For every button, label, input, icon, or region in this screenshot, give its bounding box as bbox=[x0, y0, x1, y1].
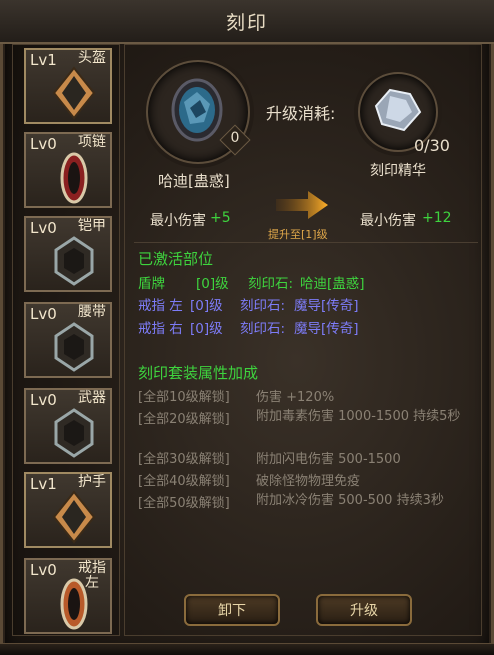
slot-helmet[interactable]: Lv1 头盔 bbox=[24, 48, 112, 124]
activated-row-stone-label: 刻印石: bbox=[240, 321, 286, 337]
bottom-ornament bbox=[0, 643, 494, 655]
cost-item-name: 刻印精华 bbox=[370, 163, 426, 179]
slot-name: 护手 bbox=[78, 474, 106, 490]
activated-row-stone: 哈迪[蛊惑] bbox=[300, 276, 365, 292]
arrow-right-icon bbox=[276, 191, 328, 219]
hexagon-rune-icon bbox=[54, 236, 94, 286]
slot-gauntlet[interactable]: Lv1 护手 bbox=[24, 472, 112, 548]
activated-row-stone: 魔导[传奇] bbox=[294, 298, 359, 314]
upgrade-button[interactable]: 升级 bbox=[316, 594, 412, 626]
hexagon-rune-icon bbox=[54, 322, 94, 372]
slot-armor[interactable]: Lv0 铠甲 bbox=[24, 216, 112, 292]
engraving-window: 刻印 Lv1 头盔 Lv0 项链 Lv0 铠甲 Lv0 腰带 Lv0 武器 Lv… bbox=[0, 0, 494, 655]
activated-row-stone: 魔导[传奇] bbox=[294, 321, 359, 337]
set-bonus-requirement: [全部50级解锁] bbox=[138, 496, 230, 511]
activated-row-level: [0]级 bbox=[190, 321, 223, 337]
current-gem-name: 哈迪[蛊惑] bbox=[158, 172, 230, 190]
current-stat-label: 最小伤害 bbox=[150, 213, 206, 229]
activated-parts-header: 已激活部位 bbox=[138, 250, 214, 268]
slot-necklace[interactable]: Lv0 项链 bbox=[24, 132, 112, 208]
essence-crystal-icon[interactable] bbox=[370, 84, 426, 136]
slot-name: 铠甲 bbox=[78, 218, 106, 234]
oval-rune-icon bbox=[60, 152, 88, 204]
slot-name-main: 戒指 bbox=[78, 560, 106, 576]
set-bonus-effect: 附加闪电伤害 500-1500 bbox=[256, 452, 401, 467]
next-stat-value: +12 bbox=[422, 210, 452, 226]
current-gem-icon[interactable] bbox=[170, 78, 224, 142]
activated-row-part: 戒指 右 bbox=[138, 321, 183, 337]
slot-name: 头盔 bbox=[78, 50, 106, 66]
set-bonus-requirement: [全部40级解锁] bbox=[138, 474, 230, 489]
set-bonus-effect: 附加冰冷伤害 500-500 持续3秒 bbox=[256, 493, 444, 508]
slot-name: 项链 bbox=[78, 134, 106, 150]
unequip-button[interactable]: 卸下 bbox=[184, 594, 280, 626]
activated-row-level: [0]级 bbox=[190, 298, 223, 314]
activated-row-stone-label: 刻印石: bbox=[248, 276, 294, 292]
set-bonus-requirement: [全部30级解锁] bbox=[138, 452, 230, 467]
detail-panel: 0 哈迪[蛊惑] 升级消耗: 0/30 刻印精华 最小伤害 +5 提升至[1]级… bbox=[124, 44, 482, 636]
section-divider bbox=[134, 242, 478, 243]
activated-row-level: [0]级 bbox=[196, 276, 229, 292]
slot-weapon[interactable]: Lv0 武器 bbox=[24, 388, 112, 464]
title-bar: 刻印 bbox=[0, 0, 494, 44]
diamond-rune-icon bbox=[52, 66, 96, 120]
window-title: 刻印 bbox=[225, 11, 268, 34]
activated-row-stone-label: 刻印石: bbox=[240, 298, 286, 314]
equipment-slot-list: Lv1 头盔 Lv0 项链 Lv0 铠甲 Lv0 腰带 Lv0 武器 Lv1 护… bbox=[12, 44, 120, 636]
current-stat-value: +5 bbox=[210, 210, 231, 226]
slot-ring-left[interactable]: Lv0 戒指 左 bbox=[24, 558, 112, 634]
slot-name: 腰带 bbox=[78, 304, 106, 320]
diamond-rune-icon bbox=[52, 490, 96, 544]
set-bonus-header: 刻印套装属性加成 bbox=[138, 364, 259, 382]
oval-rune-icon bbox=[60, 578, 88, 630]
slot-belt[interactable]: Lv0 腰带 bbox=[24, 302, 112, 378]
cost-count: 0/30 bbox=[414, 136, 450, 155]
activated-row-part: 盾牌 bbox=[138, 276, 165, 292]
upgrade-target-label: 提升至[1]级 bbox=[268, 228, 328, 241]
next-stat-label: 最小伤害 bbox=[360, 213, 416, 229]
upgrade-cost-label: 升级消耗: bbox=[266, 104, 336, 123]
set-bonus-effect: 破除怪物物理免疫 bbox=[256, 474, 361, 489]
set-bonus-effect: 伤害 +120% bbox=[256, 390, 335, 405]
set-bonus-requirement: [全部10级解锁] bbox=[138, 390, 230, 405]
gem-level-value: 0 bbox=[230, 130, 240, 146]
set-bonus-requirement: [全部20级解锁] bbox=[138, 412, 230, 427]
hexagon-rune-icon bbox=[54, 408, 94, 458]
set-bonus-effect: 附加毒素伤害 1000-1500 持续5秒 bbox=[256, 409, 461, 424]
activated-row-part: 戒指 左 bbox=[138, 298, 183, 314]
slot-name: 武器 bbox=[78, 390, 106, 406]
